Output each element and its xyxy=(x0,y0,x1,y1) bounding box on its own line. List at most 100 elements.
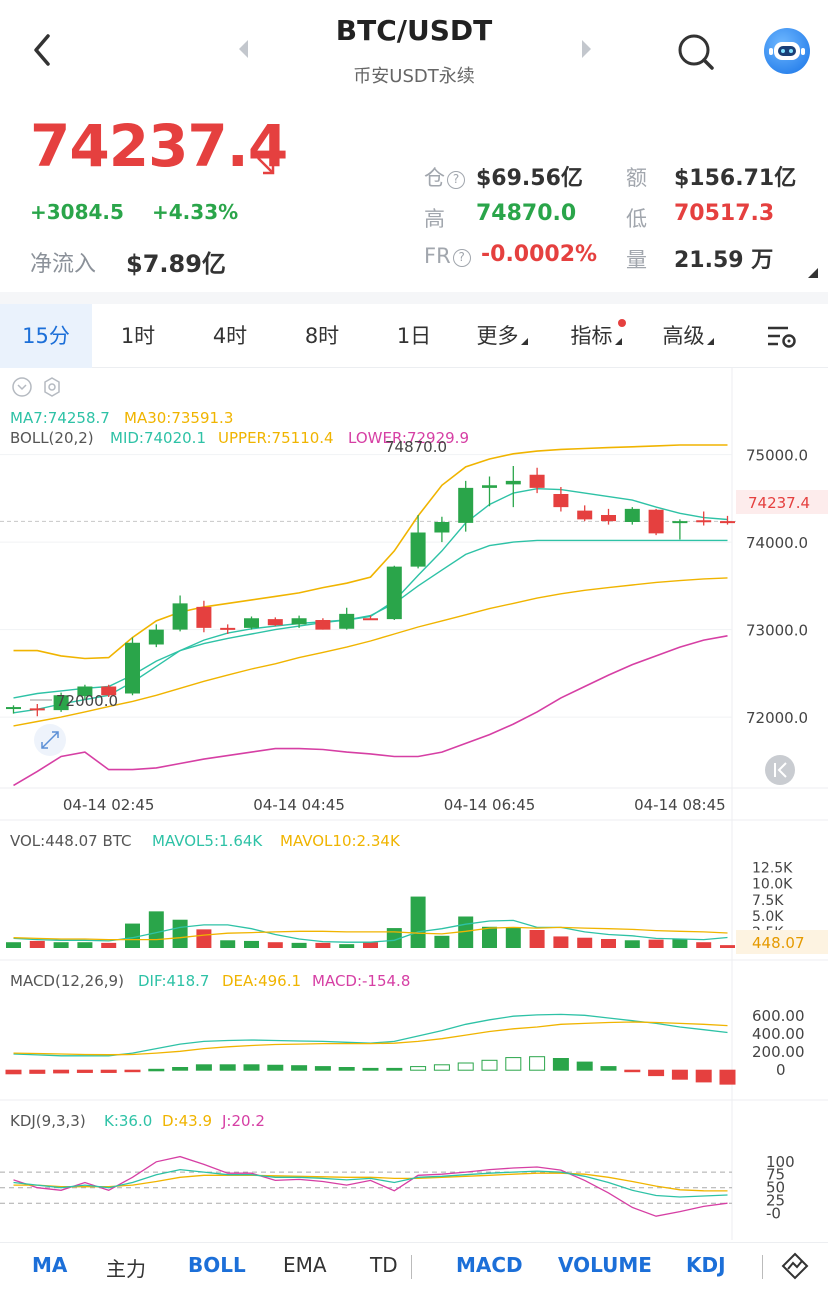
tab-4h[interactable]: 4时 xyxy=(184,304,276,368)
time-axis-label: 04-14 04:45 xyxy=(253,796,345,814)
help-icon[interactable]: ? xyxy=(452,249,471,267)
macd-histogram-bar xyxy=(671,1069,688,1080)
expand-stats-icon[interactable] xyxy=(808,268,818,278)
tab-more[interactable]: 更多 xyxy=(462,304,542,368)
candle-body xyxy=(339,613,355,629)
chart-settings-icon[interactable] xyxy=(766,324,798,350)
high-value: 74870.0 xyxy=(476,201,577,226)
trading-chart[interactable]: 72000.0 73000.0 74000.0 75000.0 04-14 02:45 0… xyxy=(0,368,828,1240)
drawing-tool-icon[interactable] xyxy=(780,1251,810,1281)
time-axis-label: 04-14 08:45 xyxy=(634,796,726,814)
macd-axis-label: 600.00 xyxy=(752,1007,805,1025)
volume-bar xyxy=(53,942,69,948)
mavol5-legend: MAVOL5:1.64K xyxy=(152,832,263,850)
candle-body xyxy=(363,618,378,621)
candle-body xyxy=(434,522,450,533)
indicator-boll[interactable]: BOLL xyxy=(188,1253,246,1277)
funding-rate-label: FR? xyxy=(424,244,471,268)
macd-series xyxy=(5,1013,736,1085)
macd-histogram-bar xyxy=(505,1057,522,1071)
ma30-line xyxy=(13,577,728,727)
candle-body xyxy=(220,627,236,630)
candle-body xyxy=(29,708,45,711)
section-divider xyxy=(0,292,828,304)
volume-bar xyxy=(244,940,259,948)
candle-body xyxy=(410,532,426,567)
volume-bar xyxy=(291,942,307,948)
search-icon[interactable] xyxy=(674,30,718,74)
volume-bar xyxy=(529,930,545,948)
candle-body xyxy=(601,515,616,522)
macd-histogram-bar xyxy=(695,1069,712,1083)
indicator-ma[interactable]: MA xyxy=(32,1253,67,1277)
macd-axis-label: 200.00 xyxy=(752,1043,805,1061)
high-label: 高 xyxy=(424,207,445,231)
dif-line xyxy=(13,1013,728,1057)
tab-15m[interactable]: 15分 xyxy=(0,304,92,368)
macd-histogram-bar xyxy=(410,1066,427,1071)
tab-1d[interactable]: 1日 xyxy=(368,304,460,368)
current-price-tag: 74237.4 xyxy=(748,494,810,512)
candle-body xyxy=(720,521,735,524)
ai-assistant-robot-icon[interactable] xyxy=(764,28,810,74)
boll-upper-legend: UPPER:75110.4 xyxy=(218,429,334,447)
volume-bar xyxy=(6,942,21,948)
volume-axis-label: 7.5K xyxy=(752,893,784,909)
expand-chart-icon[interactable] xyxy=(34,724,66,756)
macd-legend: MACD(12,26,9) xyxy=(10,972,124,990)
price-change-percent: +4.33% xyxy=(152,200,239,224)
indicator-volume[interactable]: VOLUME xyxy=(558,1253,652,1277)
scroll-to-latest-icon[interactable] xyxy=(765,755,795,785)
macd-histogram-bar xyxy=(148,1068,165,1072)
indicator-bar: MA 主力 BOLL EMA TD MACD VOLUME KDJ xyxy=(0,1242,828,1290)
volume-bar xyxy=(672,939,688,948)
volume-bar xyxy=(648,939,664,948)
last-price: 74237.4 xyxy=(30,112,288,180)
macd-histogram-bar xyxy=(291,1065,308,1071)
tab-advanced[interactable]: 高级 xyxy=(648,304,728,368)
tab-indicators[interactable]: 指标 xyxy=(556,304,636,368)
j-legend: J:20.2 xyxy=(221,1112,265,1130)
macd-histogram-bar xyxy=(314,1066,331,1071)
candle-body xyxy=(696,520,712,523)
tab-1h[interactable]: 1时 xyxy=(92,304,184,368)
volume-bar xyxy=(125,923,140,948)
kdj-axis-label: 100 xyxy=(766,1153,795,1171)
indicator-kdj[interactable]: KDJ xyxy=(686,1253,726,1277)
collapse-indicator-icon[interactable] xyxy=(12,377,32,397)
high-price-marker: 74870.0 xyxy=(385,438,447,456)
low-price-marker: 72000.0 xyxy=(56,692,118,710)
macd-axis-label: 0 xyxy=(776,1061,786,1079)
help-icon[interactable]: ? xyxy=(447,171,465,189)
volume-bar xyxy=(577,937,593,948)
macd-histogram-bar xyxy=(433,1064,450,1071)
candle-body xyxy=(6,707,21,710)
macd-axis-label: 400.00 xyxy=(752,1025,805,1043)
candle-body xyxy=(196,606,212,628)
dropdown-triangle-icon xyxy=(706,338,714,345)
amount-label: 额 xyxy=(626,166,647,190)
volume-bar xyxy=(482,926,497,948)
volume-bar xyxy=(220,940,236,948)
volume-bar xyxy=(434,935,450,948)
volume-axis-label: 5.0K xyxy=(752,909,784,925)
volume-bar xyxy=(172,919,188,948)
macd-histogram-bar xyxy=(576,1061,593,1071)
candle-body xyxy=(529,474,545,488)
time-axis-label: 04-14 02:45 xyxy=(63,796,155,814)
macd-histogram-bar xyxy=(172,1067,189,1071)
candle-body xyxy=(553,494,569,508)
netflow-label: 净流入 xyxy=(30,252,97,277)
volume-value: 21.59 万 xyxy=(674,248,774,273)
volume-bar xyxy=(148,911,164,948)
tab-8h[interactable]: 8时 xyxy=(276,304,368,368)
indicator-td[interactable]: TD xyxy=(370,1253,398,1277)
netflow-value: $7.89亿 xyxy=(126,250,226,278)
gear-icon[interactable] xyxy=(44,377,60,397)
macd-histogram-bar xyxy=(552,1058,569,1071)
macd-histogram-bar xyxy=(624,1069,641,1073)
mavol10-line xyxy=(13,926,728,941)
indicator-ema[interactable]: EMA xyxy=(283,1253,327,1277)
indicator-macd[interactable]: MACD xyxy=(456,1253,523,1277)
indicator-zhuli[interactable]: 主力 xyxy=(106,1253,146,1282)
